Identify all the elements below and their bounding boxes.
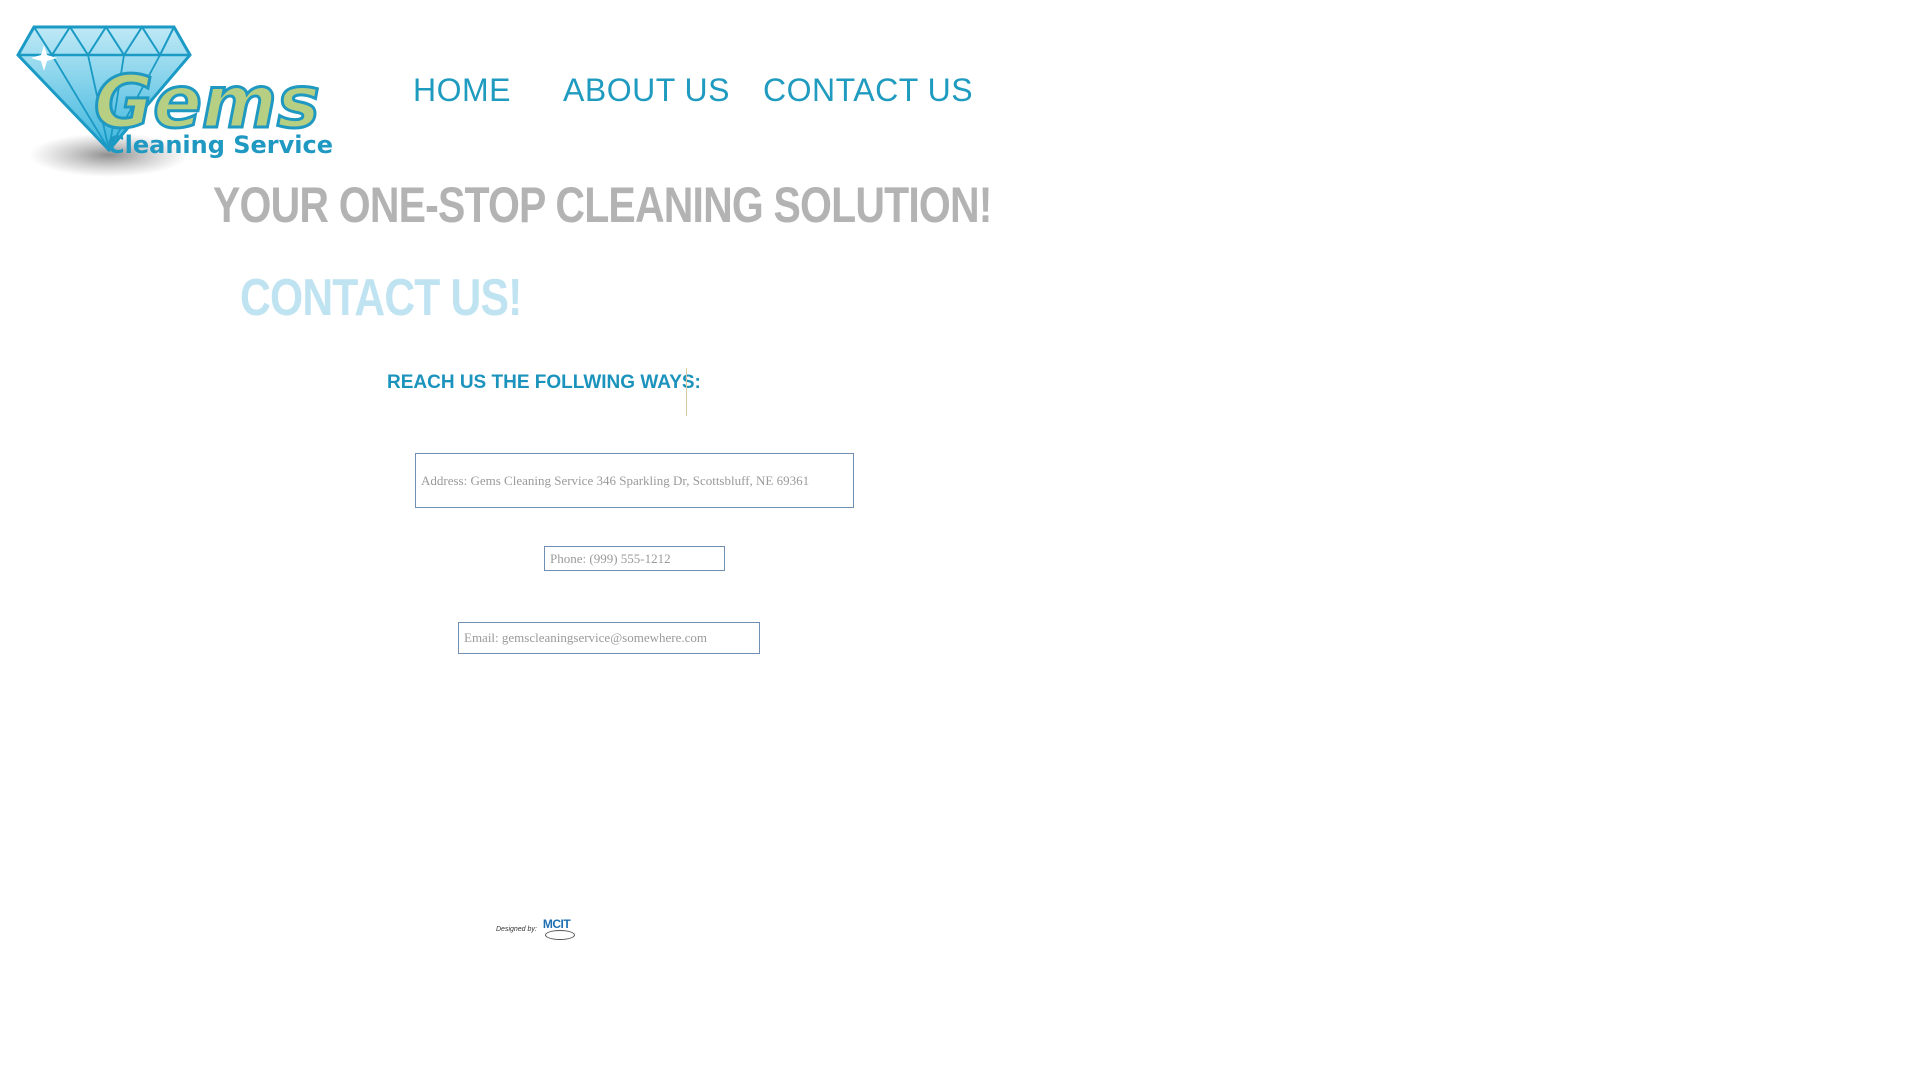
site-headline: YOUR ONE-STOP CLEANING SOLUTION! <box>213 177 992 233</box>
address-box: Address: Gems Cleaning Service 346 Spark… <box>415 453 854 508</box>
logo-tagline-text: Cleaning Service <box>107 131 333 159</box>
gems-diamond-logo-icon: Gems Cleaning Service <box>16 25 333 177</box>
reach-heading: REACH US THE FOLLWING WAYS: <box>387 372 701 393</box>
page: Gems Cleaning Service HOME ABOUT US CONT… <box>0 0 1920 1080</box>
designer-logo-text: MCIT <box>542 917 571 931</box>
site-logo[interactable]: Gems Cleaning Service <box>14 25 334 185</box>
vertical-divider <box>686 368 687 416</box>
designer-logo-oval-icon <box>544 930 575 940</box>
designer-credit: Designed by: MCIT <box>496 917 577 941</box>
nav-contact-link[interactable]: CONTACT US <box>763 72 973 109</box>
nav-home-link[interactable]: HOME <box>413 72 511 109</box>
nav-about-link[interactable]: ABOUT US <box>563 72 730 109</box>
page-title: CONTACT US! <box>240 269 522 327</box>
phone-box: Phone: (999) 555-1212 <box>544 546 725 571</box>
email-box: Email: gemscleaningservice@somewhere.com <box>458 622 760 654</box>
designed-by-label: Designed by: <box>496 925 537 933</box>
designer-logo[interactable]: MCIT <box>541 917 577 941</box>
